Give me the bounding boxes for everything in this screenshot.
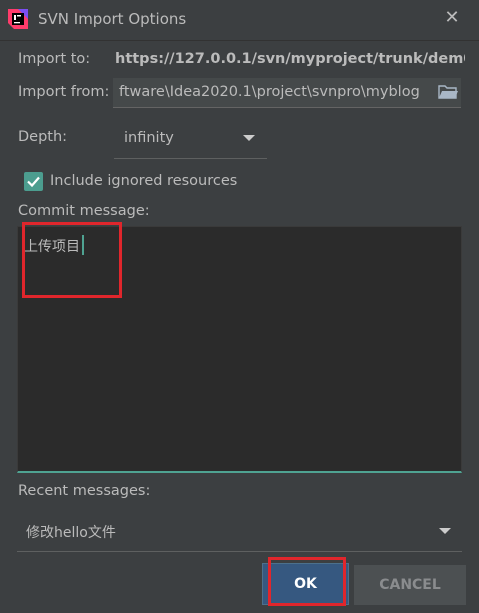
include-ignored-checkbox[interactable] [24, 172, 43, 191]
annotation-highlight-box [22, 222, 122, 298]
recent-messages-label: Recent messages: [18, 483, 151, 499]
recent-messages-value: 修改hello文件 [26, 525, 116, 541]
import-to-label: Import to: [18, 51, 91, 67]
folder-browse-icon[interactable] [437, 83, 459, 101]
import-from-field[interactable]: ftware\Idea2020.1\project\svnpro\myblog [113, 78, 461, 108]
window-title: SVN Import Options [38, 10, 187, 28]
chevron-down-icon [243, 135, 255, 141]
depth-dropdown[interactable]: infinity [114, 119, 267, 159]
commit-message-label: Commit message: [18, 203, 150, 219]
cancel-button[interactable]: CANCEL [354, 565, 466, 605]
import-from-label: Import from: [18, 84, 110, 100]
intellij-app-icon [8, 9, 28, 29]
depth-label: Depth: [18, 129, 68, 145]
import-from-value: ftware\Idea2020.1\project\svnpro\myblog [119, 84, 420, 100]
close-icon[interactable]: ✕ [442, 8, 462, 28]
import-to-value: https://127.0.0.1/svn/myproject/trunk/de… [115, 51, 465, 67]
chevron-down-icon [439, 528, 451, 534]
recent-messages-dropdown[interactable]: 修改hello文件 [17, 510, 462, 552]
checkmark-icon [27, 176, 40, 188]
annotation-highlight-box [268, 557, 346, 606]
depth-value: infinity [124, 130, 174, 146]
include-ignored-label: Include ignored resources [50, 173, 238, 189]
